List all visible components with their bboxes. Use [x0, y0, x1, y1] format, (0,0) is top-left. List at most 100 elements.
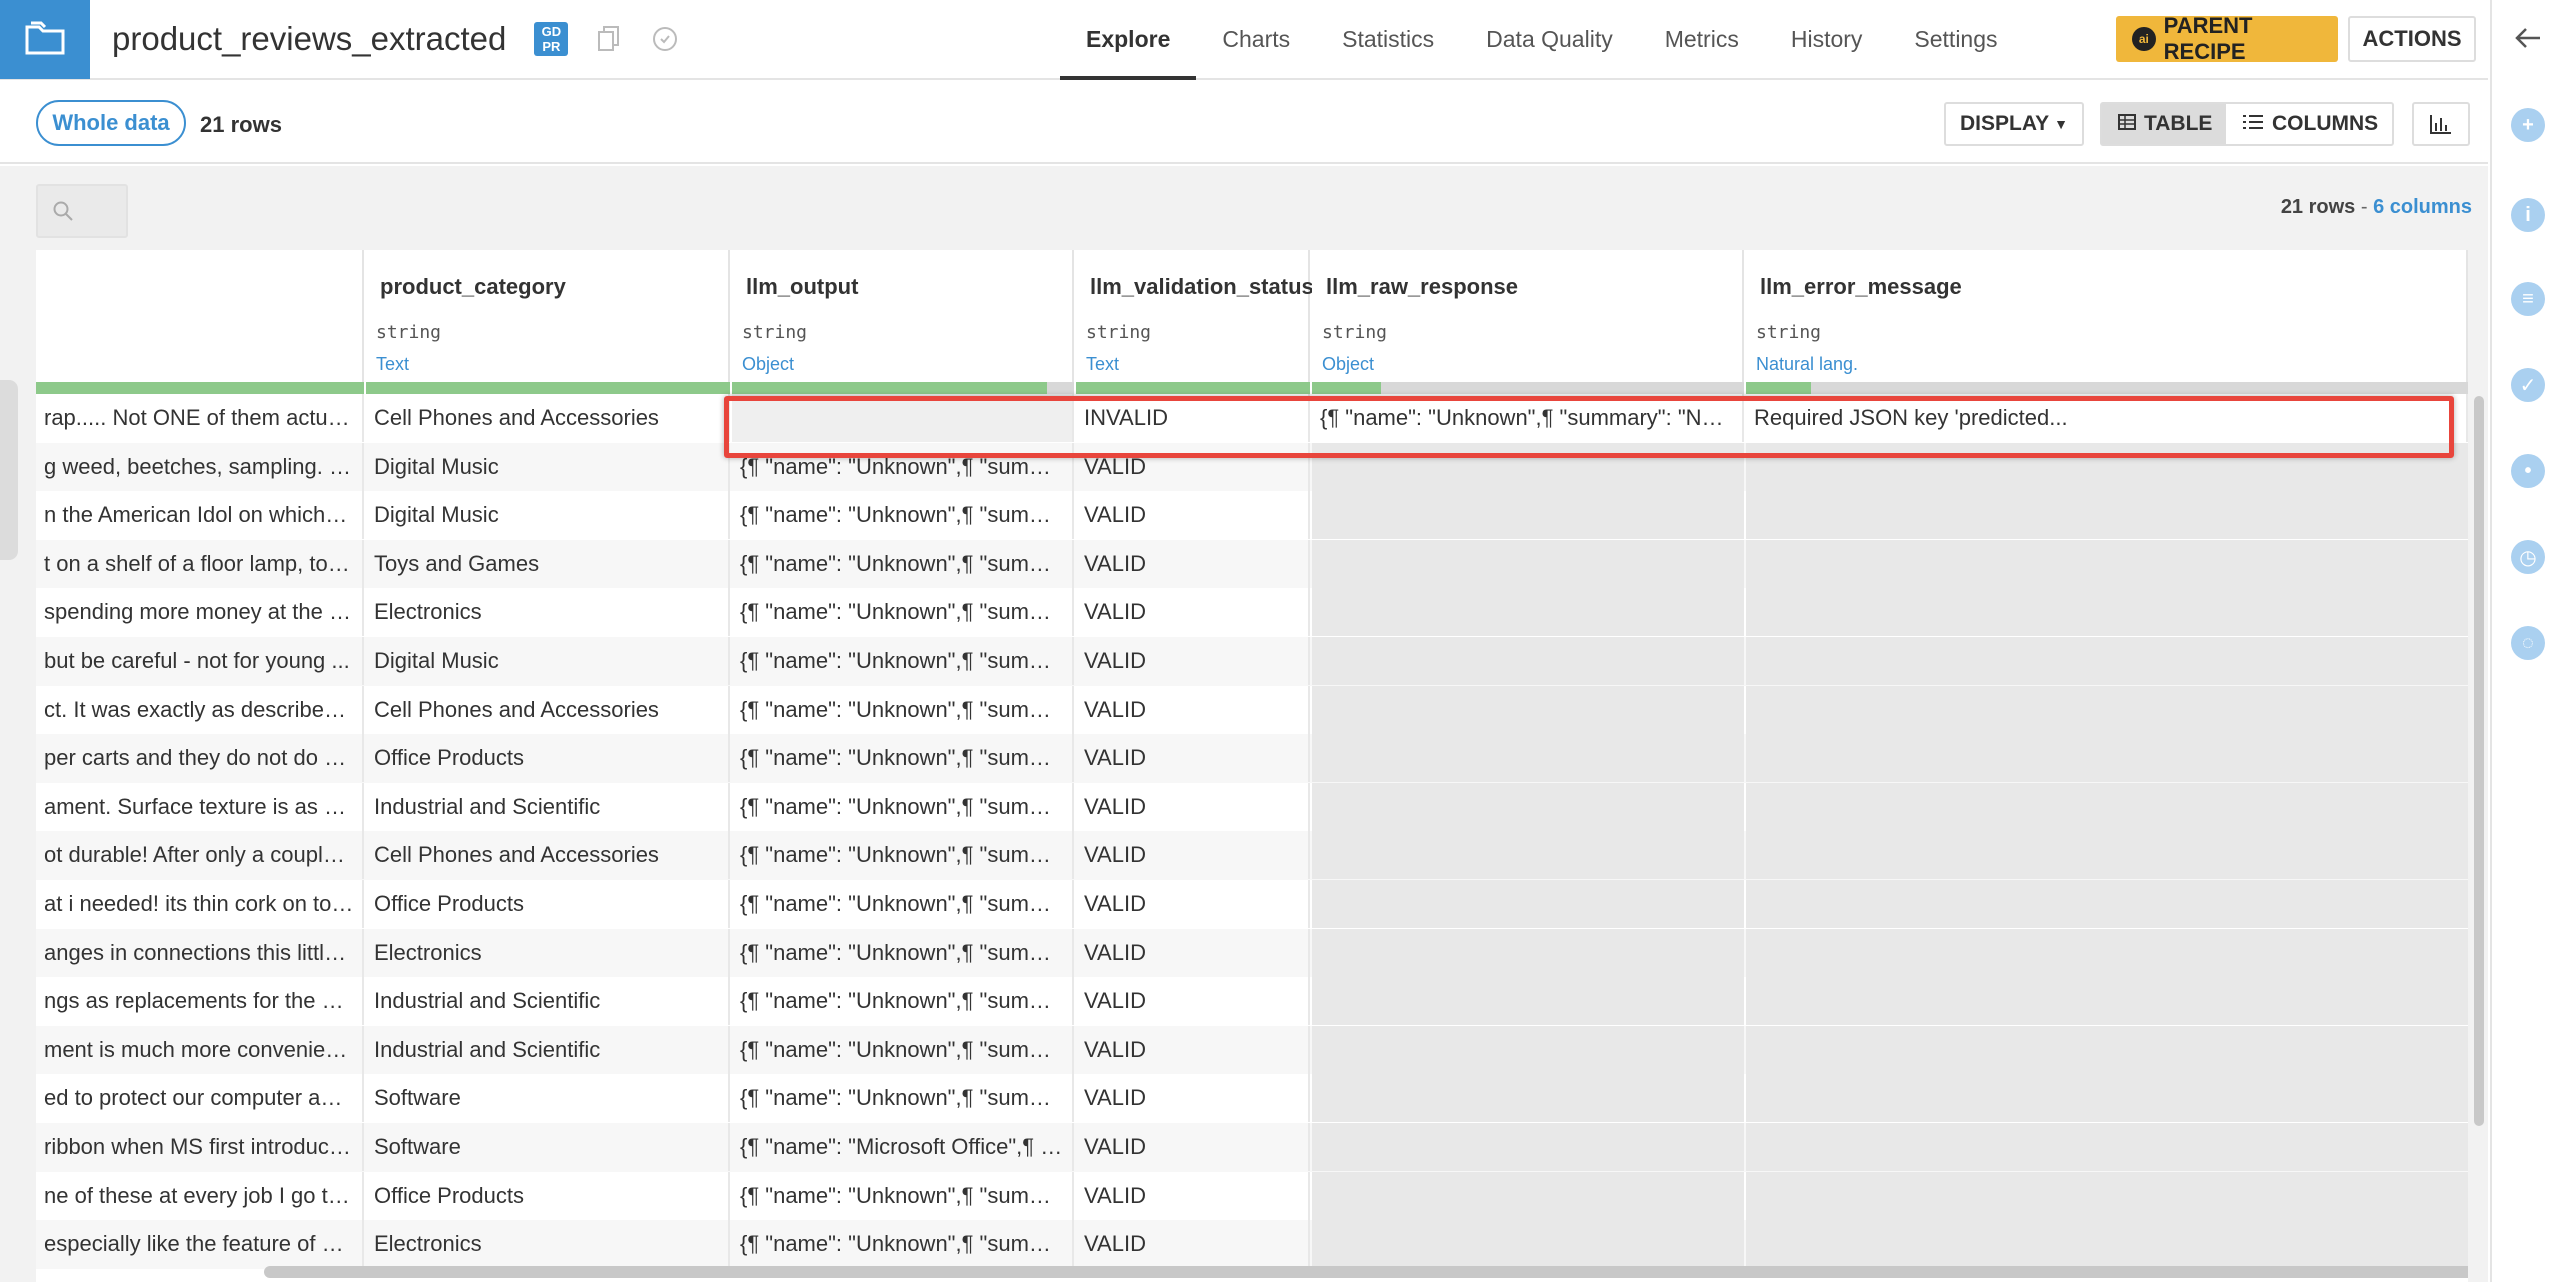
table-cell[interactable]: Software [366, 1123, 730, 1171]
column-header-llm_raw_response[interactable]: llm_raw_response string Object [1312, 250, 1744, 394]
tab-history[interactable]: History [1765, 0, 1889, 80]
table-cell[interactable]: Office Products [366, 1171, 730, 1220]
table-cell[interactable]: VALID [1076, 491, 1310, 540]
table-cell[interactable] [1746, 1171, 2468, 1220]
table-cell[interactable]: {¶ "name": "Unknown",¶ "summary": "With … [732, 928, 1074, 977]
table-cell[interactable]: Digital Music [366, 442, 730, 491]
table-cell[interactable] [1746, 1025, 2468, 1074]
table-cell[interactable]: Toys and Games [366, 539, 730, 588]
table-cell[interactable]: VALID [1076, 977, 1310, 1026]
table-cell[interactable] [1746, 1074, 2468, 1123]
table-cell[interactable]: VALID [1076, 1220, 1310, 1269]
table-cell[interactable]: Software [366, 1074, 730, 1123]
table-row[interactable]: especially like the feature of be... Elec… [36, 1220, 2468, 1269]
column-header-llm_error_message[interactable]: llm_error_message string Natural lang. [1746, 250, 2468, 394]
table-cell[interactable] [1312, 1220, 1744, 1269]
table-cell[interactable]: VALID [1076, 588, 1310, 637]
column-meaning[interactable]: Text [376, 354, 409, 375]
table-cell[interactable]: Industrial and Scientific [366, 977, 730, 1026]
tab-statistics[interactable]: Statistics [1316, 0, 1460, 80]
table-cell[interactable]: ne of these at every job I go to. ... [36, 1171, 364, 1220]
table-cell[interactable]: Digital Music [366, 491, 730, 540]
table-cell[interactable]: especially like the feature of be... [36, 1220, 364, 1269]
table-cell[interactable] [1312, 1025, 1744, 1074]
table-cell[interactable]: VALID [1076, 1074, 1310, 1123]
table-cell[interactable] [1746, 491, 2468, 540]
table-cell[interactable] [1312, 928, 1744, 977]
dataset-folder-icon[interactable] [0, 0, 90, 79]
table-cell[interactable]: Office Products [366, 880, 730, 928]
table-cell[interactable]: Office Products [366, 734, 730, 783]
table-cell[interactable]: {¶ "name": "Unknown",¶ "summary": "I hav… [732, 734, 1074, 783]
table-cell[interactable]: {¶ "name": "Unknown",¶ "summary": "The m… [732, 1025, 1074, 1074]
table-row[interactable]: ribbon when MS first introduce... Softwar… [36, 1123, 2468, 1172]
table-cell[interactable]: {¶ "name": "Unknown",¶ "summary": "Thank… [732, 685, 1074, 734]
table-cell[interactable]: ment is much more convenien... [36, 1025, 364, 1074]
column-header-llm_validation_status[interactable]: llm_validation_status string Text [1076, 250, 1314, 394]
display-dropdown[interactable]: DISPLAY ▼ [1944, 102, 2084, 146]
table-cell[interactable]: {¶ "name": "Microsoft Office",¶ "summary… [732, 1123, 1074, 1171]
table-cell[interactable] [1746, 685, 2468, 734]
table-cell[interactable]: but be careful - not for young ... [36, 637, 364, 685]
table-row[interactable]: ot durable! After only a couple ... Cell … [36, 831, 2468, 880]
table-cell[interactable]: VALID [1076, 734, 1310, 783]
table-cell[interactable] [1746, 831, 2468, 880]
check-icon[interactable]: ✓ [2511, 368, 2545, 402]
table-cell[interactable]: {¶ "name": "Unknown",¶ "summary": "Just … [732, 1074, 1074, 1123]
table-cell[interactable]: VALID [1076, 637, 1310, 685]
table-cell[interactable]: Electronics [366, 928, 730, 977]
chart-toggle-button[interactable] [2412, 102, 2470, 146]
table-row[interactable]: at i needed! its thin cork on top... Offi… [36, 880, 2468, 929]
table-cell[interactable]: {¶ "name": "Unknown",¶ "summary": "Very … [732, 782, 1074, 831]
table-cell[interactable] [1312, 782, 1744, 831]
table-cell[interactable]: Cell Phones and Accessories [366, 685, 730, 734]
table-cell[interactable]: VALID [1076, 782, 1310, 831]
table-cell[interactable]: VALID [1076, 1171, 1310, 1220]
table-cell[interactable]: {¶ "name": "Unknown",¶ "summary": "perfe… [732, 880, 1074, 928]
horizontal-scrollbar[interactable] [264, 1266, 2468, 1278]
table-cell[interactable]: {¶ "name": "Unknown",¶ "summary": "Repla… [732, 977, 1074, 1026]
table-cell[interactable]: n the American Idol on whichev... [36, 491, 364, 540]
table-row[interactable]: ed to protect our computer and... Softwar… [36, 1074, 2468, 1123]
table-cell[interactable] [1746, 637, 2468, 685]
table-cell[interactable]: g weed, beetches, sampling. I ... [36, 442, 364, 491]
table-cell[interactable]: Cell Phones and Accessories [366, 394, 730, 442]
columns-view-button[interactable]: COLUMNS [2226, 104, 2392, 144]
table-cell[interactable] [1746, 734, 2468, 783]
table-cell[interactable]: VALID [1076, 831, 1310, 880]
table-cell[interactable] [1746, 1220, 2468, 1269]
table-cell[interactable] [1312, 880, 1744, 928]
column-meaning[interactable]: Text [1086, 354, 1119, 375]
table-row[interactable]: per carts and they do not do w... Office … [36, 734, 2468, 783]
column-header-product_category[interactable]: product_category string Text [366, 250, 730, 394]
table-cell[interactable]: spending more money at the V... [36, 588, 364, 637]
left-panel-handle[interactable] [0, 380, 18, 560]
table-cell[interactable] [1746, 928, 2468, 977]
column-search-input[interactable] [36, 184, 128, 238]
table-cell[interactable]: {¶ "name": "Unknown",¶ "summary": "Not b… [732, 831, 1074, 880]
watch-icon[interactable] [650, 24, 680, 54]
table-cell[interactable] [1746, 539, 2468, 588]
table-cell[interactable]: t on a shelf of a floor lamp, to c... [36, 539, 364, 588]
tab-settings[interactable]: Settings [1888, 0, 2023, 80]
table-cell[interactable] [1312, 831, 1744, 880]
table-row[interactable]: ment is much more convenien... Industrial… [36, 1025, 2468, 1075]
list-icon[interactable]: ≡ [2511, 282, 2545, 316]
table-cell[interactable] [1312, 491, 1744, 540]
column-meaning[interactable]: Object [1322, 354, 1374, 375]
table-cell[interactable]: {¶ "name": "Unknown",¶ "summary": "Purch… [732, 539, 1074, 588]
table-cell[interactable] [1746, 977, 2468, 1026]
table-cell[interactable]: at i needed! its thin cork on top... [36, 880, 364, 928]
table-cell[interactable] [1312, 977, 1744, 1026]
table-cell[interactable]: {¶ "name": "Unknown",¶ "summary": "A nic… [732, 588, 1074, 637]
table-row[interactable]: n the American Idol on whichev... Digital… [36, 491, 2468, 540]
table-cell[interactable]: ament. Surface texture is as ex... [36, 782, 364, 831]
table-cell[interactable]: per carts and they do not do w... [36, 734, 364, 783]
table-cell[interactable] [1312, 734, 1744, 783]
table-cell[interactable] [1312, 637, 1744, 685]
table-cell[interactable]: VALID [1076, 1123, 1310, 1171]
table-cell[interactable] [1312, 1171, 1744, 1220]
table-cell[interactable] [1746, 782, 2468, 831]
table-cell[interactable] [1746, 1123, 2468, 1171]
table-row[interactable]: spending more money at the V... Electroni… [36, 588, 2468, 637]
